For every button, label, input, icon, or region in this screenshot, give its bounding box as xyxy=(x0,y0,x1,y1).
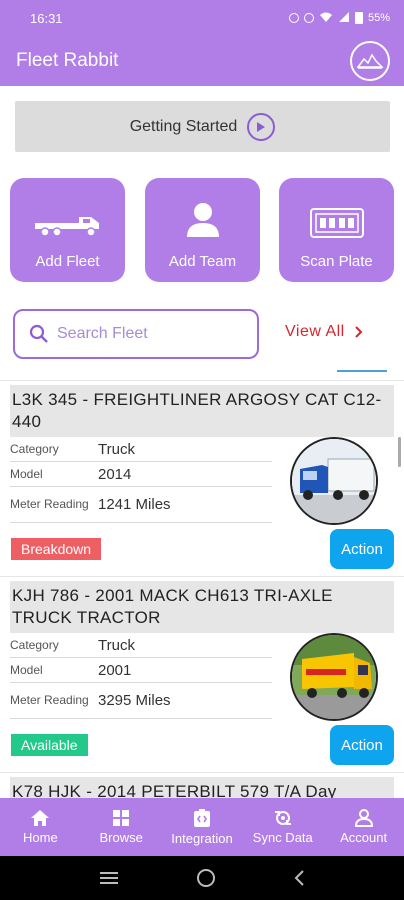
system-nav-bar xyxy=(0,856,404,900)
category-value: Truck xyxy=(98,440,135,458)
getting-started-button[interactable]: Getting Started xyxy=(15,101,390,152)
action-button[interactable]: Action xyxy=(330,725,394,765)
sync-icon xyxy=(274,811,291,825)
model-value: 2014 xyxy=(98,465,132,483)
model-value: 2001 xyxy=(98,661,132,679)
nav-integration-label: Integration xyxy=(171,831,233,846)
wifi-icon xyxy=(319,11,333,26)
nav-browse[interactable]: Browse xyxy=(81,798,162,856)
integration-icon xyxy=(193,809,210,827)
add-team-button[interactable]: Add Team xyxy=(145,178,260,282)
battery-icon xyxy=(354,12,363,24)
nav-integration[interactable]: Integration xyxy=(162,798,243,856)
category-label: Category xyxy=(10,441,59,456)
play-icon xyxy=(247,112,276,141)
meter-value: 3295 Miles xyxy=(98,692,171,709)
app-bar: Fleet Rabbit xyxy=(0,36,404,86)
status-badge: Breakdown xyxy=(11,538,102,560)
fleet-card-title: KJH 786 - 2001 MACK CH613 TRI-AXLE TRUCK… xyxy=(10,581,394,633)
signal-icon xyxy=(338,11,350,26)
truck-icon xyxy=(34,217,99,237)
search-fleet-input[interactable] xyxy=(57,325,237,343)
view-all-label: View All xyxy=(285,323,345,340)
view-all-link[interactable]: View All xyxy=(285,323,363,341)
model-label: Model xyxy=(10,466,43,481)
scan-plate-label: Scan Plate xyxy=(300,253,373,270)
nav-account[interactable]: Account xyxy=(323,798,404,856)
category-row: Category Truck xyxy=(10,437,272,462)
fleet-card[interactable]: L3K 345 - FREIGHTLINER ARGOSY CAT C12-44… xyxy=(0,380,404,576)
chevron-right-icon xyxy=(355,326,363,338)
meter-value: 1241 Miles xyxy=(98,496,171,513)
category-label: Category xyxy=(10,637,59,652)
model-label: Model xyxy=(10,662,43,677)
vehicle-photo xyxy=(290,437,378,525)
meter-row: Meter Reading 3295 Miles xyxy=(10,683,272,719)
status-badge: Available xyxy=(11,734,88,756)
add-team-label: Add Team xyxy=(168,253,237,270)
quick-actions: Add Fleet Add Team Scan Plate xyxy=(10,178,394,282)
search-icon xyxy=(29,324,48,343)
status-bar: 16:31 55% xyxy=(0,0,404,36)
nav-home[interactable]: Home xyxy=(0,798,81,856)
vehicle-photo xyxy=(290,633,378,721)
grid-icon xyxy=(113,810,130,826)
nav-account-label: Account xyxy=(340,830,388,845)
add-fleet-button[interactable]: Add Fleet xyxy=(10,178,125,282)
nav-browse-label: Browse xyxy=(99,830,143,845)
meter-label: Meter Reading xyxy=(10,693,89,707)
nav-sync-data[interactable]: Sync Data xyxy=(242,798,323,856)
add-fleet-label: Add Fleet xyxy=(35,253,100,270)
category-row: Category Truck xyxy=(10,633,272,658)
fleet-rabbit-logo-icon[interactable] xyxy=(350,41,390,81)
nav-sync-data-label: Sync Data xyxy=(252,830,313,845)
status-time: 16:31 xyxy=(30,10,63,26)
search-fleet-box[interactable] xyxy=(13,309,259,359)
category-value: Truck xyxy=(98,636,135,654)
battery-level: 55% xyxy=(367,12,390,24)
meter-label: Meter Reading xyxy=(10,497,89,511)
app-title: Fleet Rabbit xyxy=(16,50,119,71)
status-icons: 55% xyxy=(288,11,390,26)
home-circle-icon[interactable] xyxy=(196,868,216,888)
fleet-card-title: L3K 345 - FREIGHTLINER ARGOSY CAT C12-44… xyxy=(10,385,394,437)
search-row: View All xyxy=(13,309,393,359)
fleet-card[interactable]: KJH 786 - 2001 MACK CH613 TRI-AXLE TRUCK… xyxy=(0,576,404,772)
getting-started-label: Getting Started xyxy=(129,117,238,135)
person-icon xyxy=(186,203,219,237)
scan-plate-button[interactable]: Scan Plate xyxy=(279,178,394,282)
hotspot-icon xyxy=(303,13,314,23)
action-button[interactable]: Action xyxy=(330,529,394,569)
model-row: Model 2001 xyxy=(10,658,272,683)
bottom-nav: Home Browse Integration Sync Data Accoun… xyxy=(0,798,404,856)
fleet-card[interactable]: K78 HJK - 2014 PETERBILT 579 T/A Day xyxy=(0,772,404,798)
nav-home-label: Home xyxy=(23,830,58,845)
fleet-list[interactable]: L3K 345 - FREIGHTLINER ARGOSY CAT C12-44… xyxy=(0,380,404,798)
model-row: Model 2014 xyxy=(10,462,272,487)
meter-row: Meter Reading 1241 Miles xyxy=(10,487,272,523)
license-plate-icon xyxy=(309,208,364,238)
recents-icon[interactable] xyxy=(99,871,119,885)
fleet-card-title: K78 HJK - 2014 PETERBILT 579 T/A Day xyxy=(10,777,394,798)
back-icon[interactable] xyxy=(293,869,305,887)
alarm-icon xyxy=(288,13,299,23)
view-all-underline xyxy=(337,370,387,372)
list-scrollbar[interactable] xyxy=(398,437,401,467)
home-icon xyxy=(31,810,50,826)
account-icon xyxy=(354,809,373,827)
